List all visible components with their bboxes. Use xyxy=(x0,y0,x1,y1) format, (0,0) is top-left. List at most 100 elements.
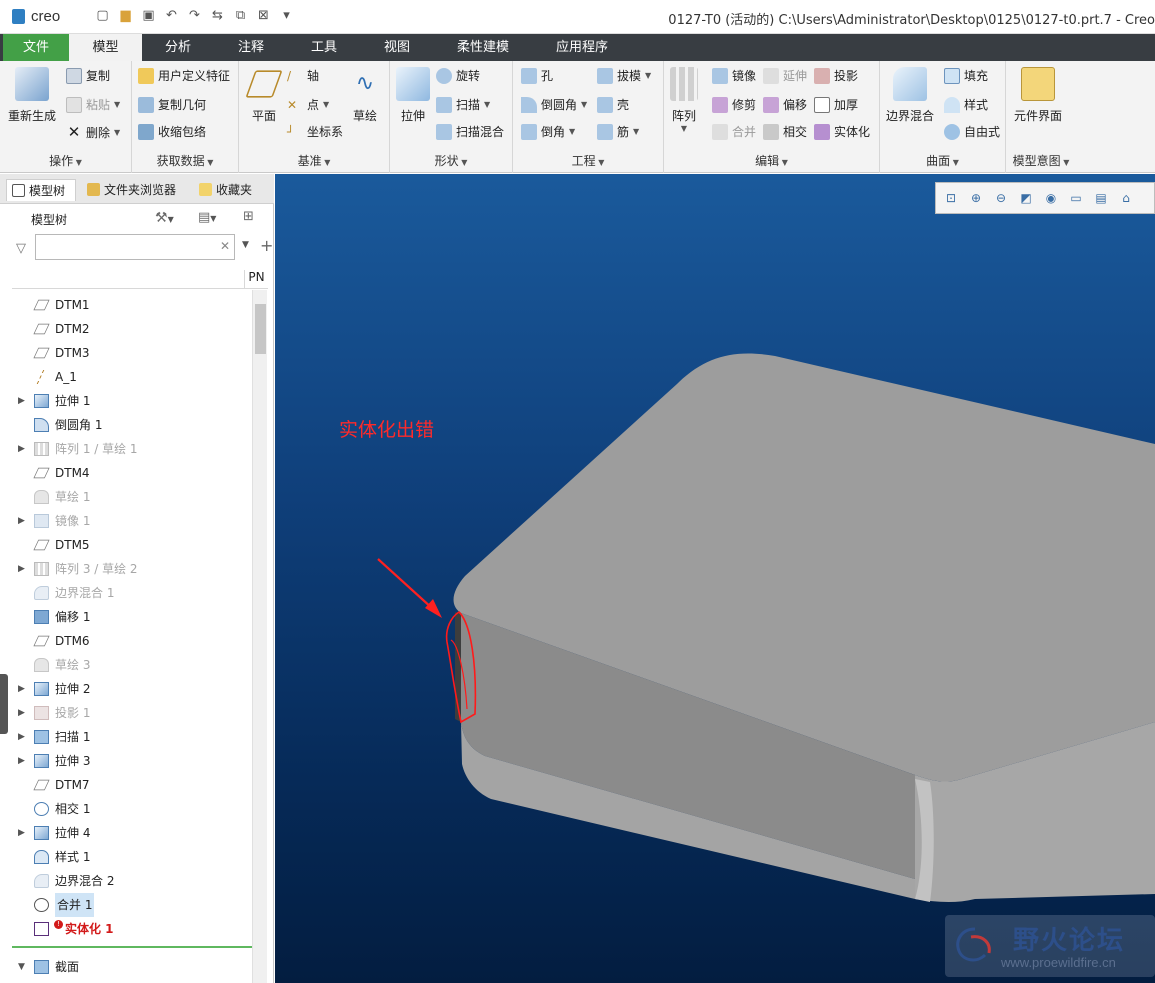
tree-node[interactable]: DTM4 xyxy=(12,461,252,485)
close-window-icon[interactable]: ⊠ xyxy=(255,7,272,24)
refit-icon[interactable]: ⊡ xyxy=(942,189,960,207)
hole-button[interactable]: 孔 xyxy=(521,67,553,84)
round-button[interactable]: 倒圆角 ▼ xyxy=(521,96,587,113)
sweep-button[interactable]: 扫描 ▼ xyxy=(436,96,490,113)
mirror-button[interactable]: 镜像 xyxy=(712,67,756,84)
extend-button[interactable]: 延伸 xyxy=(763,67,807,84)
tab-file[interactable]: 文件 xyxy=(3,34,69,61)
paste-button[interactable]: 粘贴 ▼ xyxy=(66,96,120,113)
copy-button[interactable]: 复制 xyxy=(66,67,110,84)
expand-icon[interactable]: ▶ xyxy=(18,509,25,533)
tree-node[interactable]: 合并 1 xyxy=(12,893,252,917)
tab-tools[interactable]: 工具 xyxy=(291,34,357,61)
tree-node[interactable]: ▶ 镜像 1 xyxy=(12,509,252,533)
open-folder-icon[interactable]: ▆ xyxy=(117,7,134,24)
sketch-button[interactable]: ∿ 草绘 xyxy=(351,67,379,124)
component-interface-button[interactable]: 元件界面 xyxy=(1014,67,1062,124)
group-engineering-label[interactable]: 工程 ▼ xyxy=(513,152,663,169)
tree-node[interactable]: DTM1 xyxy=(12,293,252,317)
expand-icon[interactable]: ▶ xyxy=(18,389,25,413)
tab-applications[interactable]: 应用程序 xyxy=(541,34,623,61)
tree-node[interactable]: 倒圆角 1 xyxy=(12,413,252,437)
scrollbar-thumb[interactable] xyxy=(255,304,266,354)
repaint-icon[interactable]: ◩ xyxy=(1017,189,1035,207)
tree-node[interactable]: 样式 1 xyxy=(12,845,252,869)
tree-node[interactable]: DTM6 xyxy=(12,629,252,653)
shrinkwrap-button[interactable]: 收缩包络 xyxy=(138,123,206,140)
expand-icon[interactable]: ▶ xyxy=(18,437,25,461)
expand-icon[interactable]: ▶ xyxy=(18,749,25,773)
solidify-button[interactable]: 实体化 xyxy=(814,123,870,140)
thicken-button[interactable]: 加厚 xyxy=(814,96,858,113)
merge-button[interactable]: 合并 xyxy=(712,123,756,140)
trim-button[interactable]: 修剪 xyxy=(712,96,756,113)
redo-icon[interactable]: ↷ xyxy=(186,7,203,24)
perspective-icon[interactable]: ⌂ xyxy=(1117,189,1135,207)
group-model-intent-label[interactable]: 模型意图 ▼ xyxy=(1006,152,1076,169)
graphics-window[interactable]: 实体化出错 ⊡ ⊕ ⊖ ◩ ◉ ▭ ▤ ⌂ 野火论坛 www.proewildf… xyxy=(275,174,1155,983)
column-pn[interactable]: PN xyxy=(244,270,268,288)
clear-search-icon[interactable]: ✕ xyxy=(220,239,230,253)
new-file-icon[interactable]: ▢ xyxy=(94,7,111,24)
tree-node[interactable]: 偏移 1 xyxy=(12,605,252,629)
tree-node[interactable]: ▶ 拉伸 2 xyxy=(12,677,252,701)
show-icon[interactable]: ⊞ xyxy=(243,209,254,224)
extrude-button[interactable]: 拉伸 xyxy=(396,67,430,124)
tab-view[interactable]: 视图 xyxy=(364,34,430,61)
tree-node[interactable]: DTM7 xyxy=(12,773,252,797)
expand-icon[interactable]: ▶ xyxy=(18,557,25,581)
tree-scrollbar[interactable] xyxy=(252,290,267,983)
tree-node[interactable]: DTM3 xyxy=(12,341,252,365)
tree-node[interactable]: ▶ 拉伸 3 xyxy=(12,749,252,773)
rib-button[interactable]: 筋 ▼ xyxy=(597,123,639,140)
freestyle-button[interactable]: 自由式 xyxy=(944,123,1000,140)
tree-node[interactable]: 草绘 1 xyxy=(12,485,252,509)
expand-icon[interactable]: ▶ xyxy=(18,725,25,749)
tab-model[interactable]: 模型 xyxy=(69,34,142,61)
windows-icon[interactable]: ⧉ xyxy=(232,7,249,24)
tab-flexible-modeling[interactable]: 柔性建模 xyxy=(445,34,521,61)
tree-node[interactable]: 草绘 3 xyxy=(12,653,252,677)
view-manager-icon[interactable]: ▤ xyxy=(1092,189,1110,207)
add-icon[interactable]: + xyxy=(260,236,273,255)
zoom-in-icon[interactable]: ⊕ xyxy=(967,189,985,207)
group-shapes-label[interactable]: 形状 ▼ xyxy=(390,152,512,169)
expand-icon[interactable]: ▶ xyxy=(18,677,25,701)
tree-node[interactable]: ▶ 拉伸 1 xyxy=(12,389,252,413)
group-operations-label[interactable]: 操作 ▼ xyxy=(0,152,131,169)
tab-favorites[interactable]: 收藏夹 xyxy=(194,179,266,201)
tab-analysis[interactable]: 分析 xyxy=(145,34,211,61)
draft-button[interactable]: 拔模 ▼ xyxy=(597,67,651,84)
copy-geometry-button[interactable]: 复制几何 xyxy=(138,96,206,113)
tree-node[interactable]: ▶ 阵列 3 / 草绘 2 xyxy=(12,557,252,581)
expand-icon[interactable]: ▶ xyxy=(18,701,25,725)
section-node[interactable]: ▼ 截面 xyxy=(12,955,252,979)
axis-button[interactable]: / 轴 xyxy=(287,67,319,84)
zoom-out-icon[interactable]: ⊖ xyxy=(992,189,1010,207)
tree-node[interactable]: 边界混合 1 xyxy=(12,581,252,605)
group-datum-label[interactable]: 基准 ▼ xyxy=(239,152,389,169)
group-surfaces-label[interactable]: 曲面 ▼ xyxy=(880,152,1005,169)
fill-button[interactable]: 填充 xyxy=(944,67,988,84)
revolve-button[interactable]: 旋转 xyxy=(436,67,480,84)
boundary-blend-button[interactable]: 边界混合 xyxy=(886,67,934,124)
tree-node[interactable]: ▶ 投影 1 xyxy=(12,701,252,725)
save-icon[interactable]: ▣ xyxy=(140,7,157,24)
pattern-button[interactable]: 阵列 ▼ xyxy=(670,67,698,133)
undo-icon[interactable]: ↶ xyxy=(163,7,180,24)
tree-node[interactable]: ! 实体化 1 xyxy=(12,917,252,941)
panel-resize-grip[interactable] xyxy=(0,674,8,734)
swept-blend-button[interactable]: 扫描混合 xyxy=(436,123,504,140)
point-button[interactable]: ✕ 点 ▼ xyxy=(287,96,329,113)
project-button[interactable]: 投影 xyxy=(814,67,858,84)
regenerate-icon[interactable]: ⇆ xyxy=(209,7,226,24)
saved-orientations-icon[interactable]: ▭ xyxy=(1067,189,1085,207)
tree-node[interactable]: DTM5 xyxy=(12,533,252,557)
regenerate-button[interactable]: 重新生成 xyxy=(8,67,56,124)
group-editing-label[interactable]: 编辑 ▼ xyxy=(664,152,879,169)
expand-icon[interactable]: ▶ xyxy=(18,821,25,845)
display-style-icon[interactable]: ◉ xyxy=(1042,189,1060,207)
shell-button[interactable]: 壳 xyxy=(597,96,629,113)
customize-qa-icon[interactable]: ▾ xyxy=(278,7,295,24)
tab-model-tree[interactable]: 模型树 xyxy=(6,179,76,201)
